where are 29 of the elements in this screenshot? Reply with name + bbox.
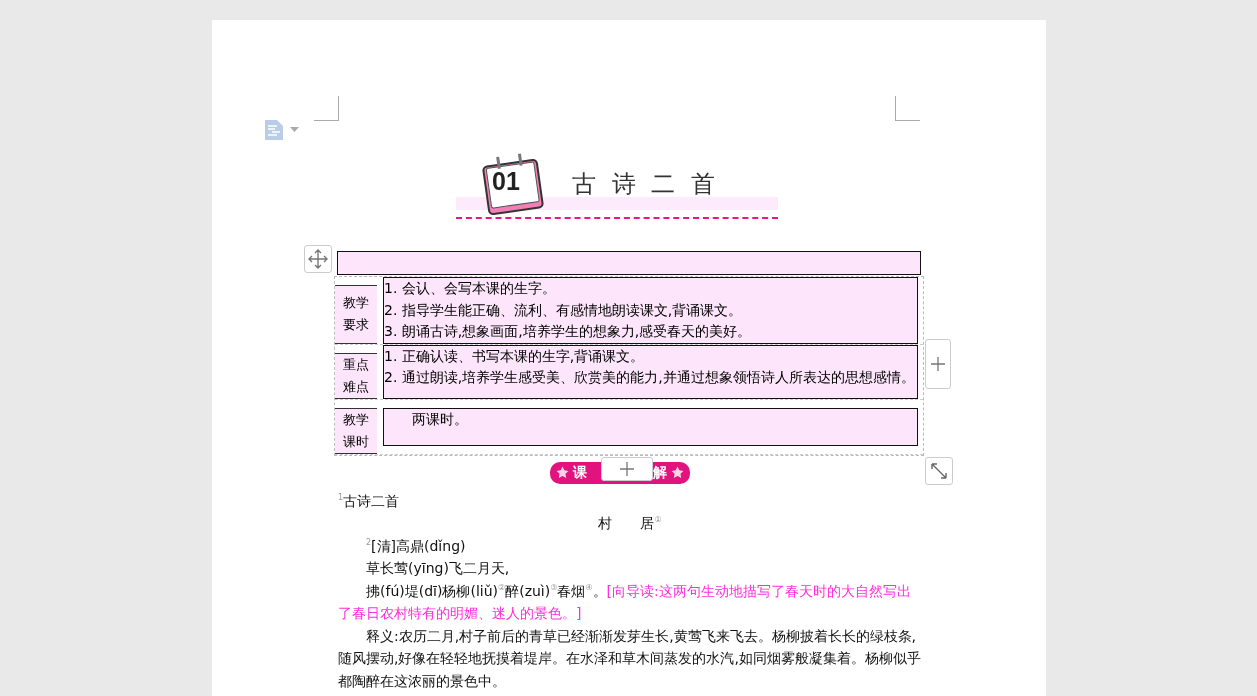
lesson-title: 古诗二首	[572, 169, 731, 200]
table-cell: 1. 会认、会写本课的生字。 2. 指导学生能正确、流利、有感情地朗读课文,背诵课文。 3. 朗诵古诗,想象画面,培养学生的想象力,感受春天的美好。	[383, 277, 918, 344]
add-row-button[interactable]	[601, 456, 653, 481]
poem-title: 村 居$^{①}$	[597, 514, 663, 533]
add-column-button[interactable]	[925, 339, 951, 389]
table-row-label: 教学 课时	[335, 407, 377, 454]
poem-line-with-note: 拂(fú)堤(dī)杨柳(liǔ)$^{②}$醉(zuì)$^{③}$春烟$^{④}$。[向导读:这两句生动地描写了春天时的大自然写出了春日农村特有的明媚、迷人的景色。]	[338, 581, 912, 623]
star-icon	[556, 466, 569, 479]
calendar-icon	[480, 151, 546, 217]
badge-text: 解	[653, 463, 667, 482]
table-cell: 1. 正确认读、书写本课的生字,背诵课文。 2. 通过朗读,培养学生感受美、欣赏美的能力,并通过想象领悟诗人所表达的思想感情。	[383, 344, 918, 399]
caret-icon[interactable]	[290, 127, 299, 133]
table-row-label: 重点 难点	[335, 352, 377, 399]
badge-text: 课	[573, 463, 587, 482]
calendar-number: 01	[492, 167, 520, 196]
section-heading: $^{1}$古诗二首	[338, 491, 401, 511]
plus-icon	[931, 357, 945, 371]
table-row-label: 教学 要求	[335, 285, 377, 344]
document-icon[interactable]	[264, 119, 284, 141]
table-cell: 两课时。	[383, 407, 918, 446]
text-paragraph: $^{2}$[清]高鼎(dǐng)	[365, 536, 467, 556]
margin-corner-mark	[895, 96, 920, 121]
star-icon	[671, 466, 684, 479]
margin-corner-mark	[314, 96, 339, 121]
text-paragraph: 释义:农历二月,村子前后的青草已经渐渐发芽生长,黄莺飞来飞去。杨柳披着长长的绿枝条,随风摆动,好像在轻轻地抚摸着堤岸。在水泽和草木间蒸发的水汽,如同烟雾般凝集着。杨柳似乎都陶醉在这浓丽的景色中。	[338, 626, 922, 691]
plus-icon	[620, 461, 634, 476]
text-paragraph: 草长莺(yīng)飞二月天,	[365, 559, 511, 578]
move-handle-icon[interactable]	[304, 245, 332, 273]
resize-handle-icon[interactable]	[925, 456, 953, 485]
